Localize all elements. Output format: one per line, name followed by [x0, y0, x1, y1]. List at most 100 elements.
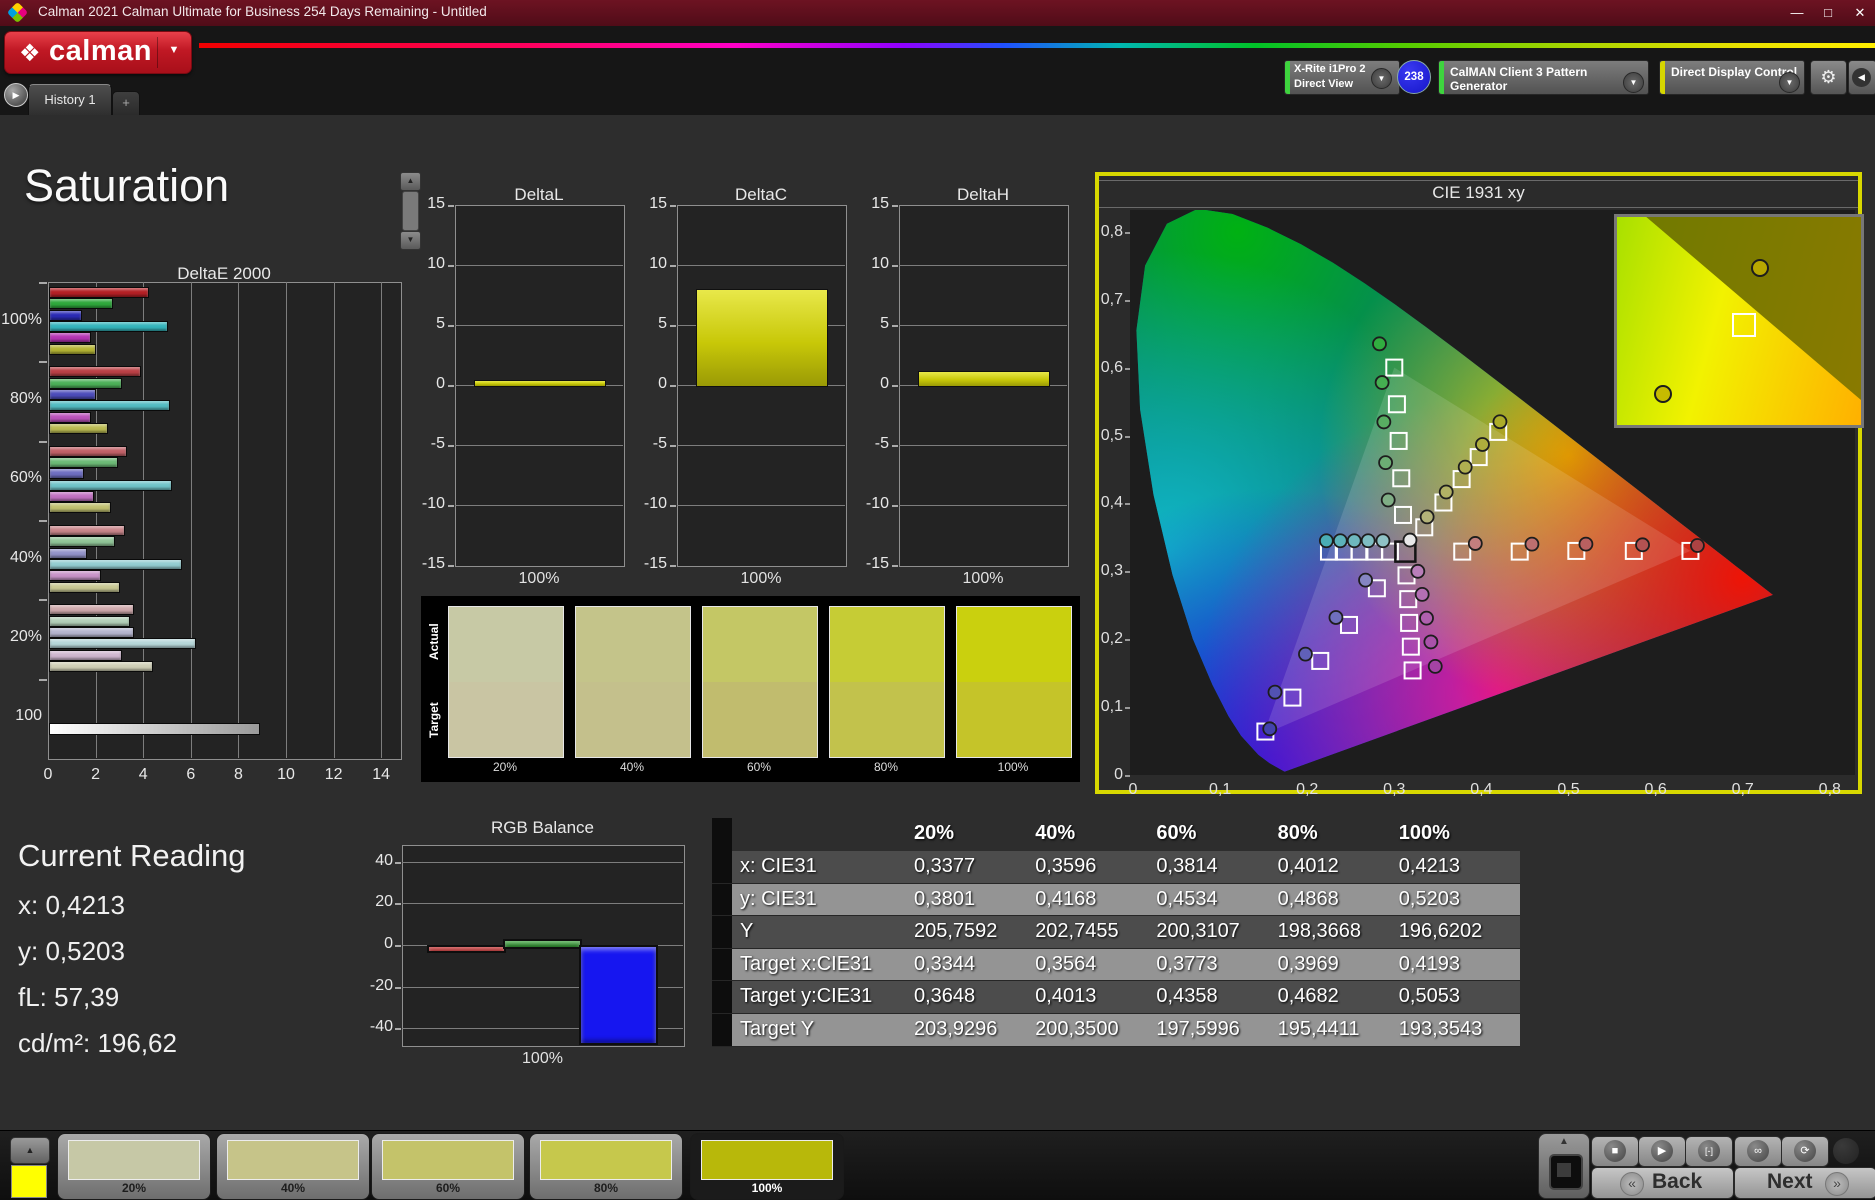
meter-count-badge[interactable]: 238 [1397, 60, 1431, 94]
play-button[interactable]: ▶ [1638, 1136, 1686, 1167]
axis-tick [39, 599, 47, 601]
table-header-cell: 40% [1035, 822, 1156, 845]
deltae-x-tick-label: 4 [128, 766, 158, 784]
gridline [899, 505, 1067, 506]
close-button[interactable]: ✕ [1845, 0, 1875, 26]
swatch-column-100% [956, 606, 1072, 758]
cie-measured-point [1376, 534, 1389, 547]
table-cell: 0,3801 [914, 888, 1035, 911]
swatch-column-label: 100% [956, 760, 1070, 774]
meter-dropdown[interactable]: X-Rite i1Pro 2 Direct View ▼ [1284, 60, 1400, 95]
next-button[interactable]: Next » [1734, 1167, 1875, 1199]
calman-logo-icon: ❖ [19, 39, 41, 68]
swatch-column-60% [702, 606, 818, 758]
axis-tick [395, 1028, 401, 1030]
minimize-button[interactable]: — [1782, 0, 1812, 26]
chevron-up-icon[interactable]: ▲ [1539, 1136, 1589, 1147]
deltah-chart-title: DeltaH [899, 185, 1067, 205]
add-tab-button[interactable]: + [112, 91, 140, 117]
pattern-list-up-button[interactable]: ▲ [10, 1137, 50, 1164]
delta_l-y-tick-label: 15 [413, 195, 445, 213]
pattern-thumbnail-20%[interactable]: 20% [57, 1133, 211, 1200]
table-cell: 0,3596 [1035, 855, 1156, 878]
table-cell: 196,6202 [1399, 920, 1520, 943]
chevron-down-icon[interactable]: ▼ [163, 44, 185, 60]
cie-x-tick-label: 0,5 [1549, 781, 1589, 799]
axis-tick [1125, 775, 1130, 777]
table-row: x: CIE310,33770,35960,38140,40120,4213 [712, 851, 1520, 884]
delta_h-y-tick-label: -15 [857, 555, 889, 573]
cie-measured-point [1299, 648, 1312, 661]
pattern-thumbnail-100%[interactable]: 100% [690, 1133, 844, 1200]
deltae-bar-yellow [49, 582, 120, 593]
axis-tick [448, 385, 454, 387]
maximize-button[interactable]: □ [1813, 0, 1843, 26]
deltae-bar-cyan [49, 321, 168, 332]
display-control-dropdown[interactable]: Direct Display Control ▼ [1659, 60, 1805, 95]
deltae-bar-magenta [49, 491, 94, 502]
cie-measured-point [1476, 438, 1489, 451]
chevron-down-icon[interactable]: ▼ [1371, 68, 1392, 89]
source-name: CalMAN Client 3 Pattern Generator [1450, 65, 1648, 93]
axis-tick [1125, 436, 1130, 438]
delta_h-y-tick-label: -5 [857, 435, 889, 453]
calman-menu-button[interactable]: ❖ calman ▼ [4, 31, 192, 74]
pattern-thumbnail-40%[interactable]: 40% [216, 1133, 370, 1200]
deltae-bar-green [49, 298, 113, 309]
deltae-bar-blue [49, 468, 84, 479]
axis-tick [892, 205, 898, 207]
current-reading-title: Current Reading [18, 838, 245, 874]
table-cell: 0,4193 [1399, 953, 1520, 976]
single-icon: [-] [1698, 1140, 1720, 1162]
cie-y-tick-label: 0,7 [1085, 291, 1123, 309]
cie-measured-point [1459, 461, 1472, 474]
scroll-down-icon[interactable]: ▼ [400, 231, 421, 250]
deltae-bar-red [49, 287, 149, 298]
pattern-thumbnail-swatch [68, 1140, 200, 1180]
cie-measured-point [1469, 537, 1482, 550]
axis-tick [670, 205, 676, 207]
single-measure-button[interactable]: [-] [1685, 1136, 1733, 1167]
play-icon: ▶ [1651, 1140, 1673, 1162]
settings-button[interactable]: ⚙ [1810, 60, 1847, 95]
pattern-thumbnail-label: 20% [58, 1181, 210, 1195]
axis-tick [448, 445, 454, 447]
continuous-measure-button[interactable]: ∞ [1734, 1136, 1782, 1167]
deltae-bar-green [49, 536, 115, 547]
cie-x-tick-label: 0,4 [1461, 781, 1501, 799]
cie-x-tick-label: 0,6 [1636, 781, 1676, 799]
pattern-window-control[interactable]: ▲ [1538, 1133, 1590, 1199]
table-cell: 0,3344 [914, 953, 1035, 976]
delta_l-y-tick-label: 0 [413, 375, 445, 393]
cie-measured-point [1348, 534, 1361, 547]
refresh-button[interactable]: ⟳ [1781, 1136, 1829, 1167]
rgb-bar-red [427, 945, 506, 953]
cie-measured-point [1359, 574, 1372, 587]
scroll-up-icon[interactable]: ▲ [400, 172, 421, 191]
deltae-bar-yellow [49, 661, 153, 672]
tab-scroll-button[interactable]: ▶ [4, 83, 28, 107]
delta_l-y-tick-label: -15 [413, 555, 445, 573]
source-dropdown[interactable]: CalMAN Client 3 Pattern Generator ▼ [1438, 60, 1649, 95]
axis-tick [892, 445, 898, 447]
table-cell: 0,3969 [1278, 953, 1399, 976]
chevron-down-icon[interactable]: ▼ [1623, 72, 1644, 93]
axis-tick [448, 265, 454, 267]
current-reading-cdm2: cd/m²: 196,62 [18, 1028, 177, 1059]
swatch-column-label: 60% [702, 760, 816, 774]
chevron-down-icon[interactable]: ▼ [1779, 72, 1800, 93]
deltae-group-label: 60% [0, 469, 42, 487]
stop-button[interactable]: ■ [1591, 1136, 1639, 1167]
pattern-thumbnail-80%[interactable]: 80% [529, 1133, 683, 1200]
gridline [238, 282, 239, 758]
gridline [899, 325, 1067, 326]
collapse-panel-button[interactable]: ◀ [1848, 60, 1875, 95]
axis-tick [448, 325, 454, 327]
target-swatch [449, 682, 563, 757]
axis-tick [448, 565, 454, 567]
tab-history-1[interactable]: History 1 [28, 84, 112, 117]
pattern-thumbnail-60%[interactable]: 60% [371, 1133, 525, 1200]
table-cell: 0,3648 [914, 985, 1035, 1008]
back-button[interactable]: « Back [1591, 1167, 1734, 1199]
delta_c-y-tick-label: -15 [635, 555, 667, 573]
